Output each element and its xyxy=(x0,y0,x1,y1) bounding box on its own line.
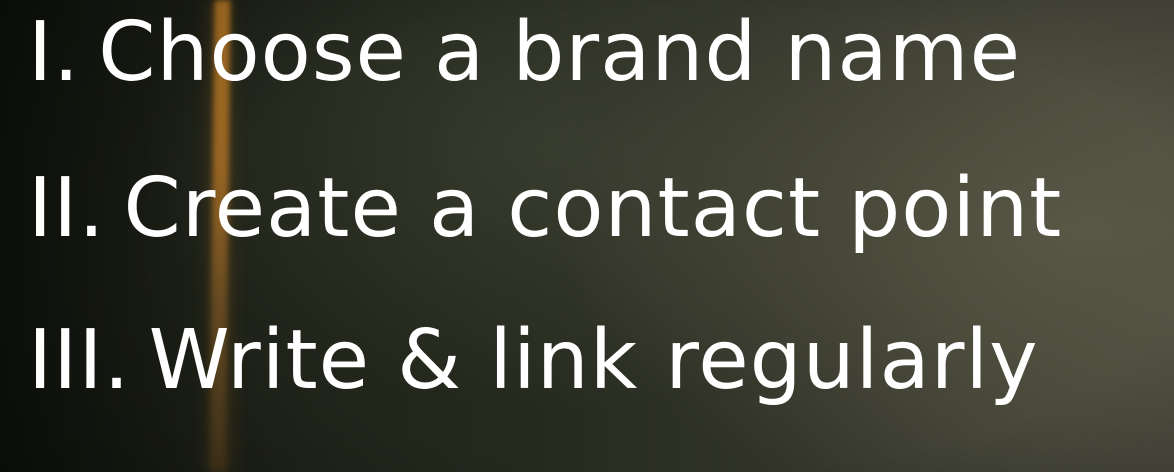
step-text: Create a contact point xyxy=(123,161,1063,256)
step-text: Write & link regularly xyxy=(148,313,1039,408)
step-text: Choose a brand name xyxy=(98,5,1022,100)
step-item: I. Choose a brand name xyxy=(28,12,1021,94)
slide: I. Choose a brand name II. Create a contac… xyxy=(0,0,1174,472)
step-item: III. Write & link regularly xyxy=(28,320,1039,402)
step-numeral: I. xyxy=(28,5,81,100)
step-item: II. Create a contact point xyxy=(28,168,1062,250)
step-numeral: II. xyxy=(28,161,106,256)
step-numeral: III. xyxy=(28,313,131,408)
